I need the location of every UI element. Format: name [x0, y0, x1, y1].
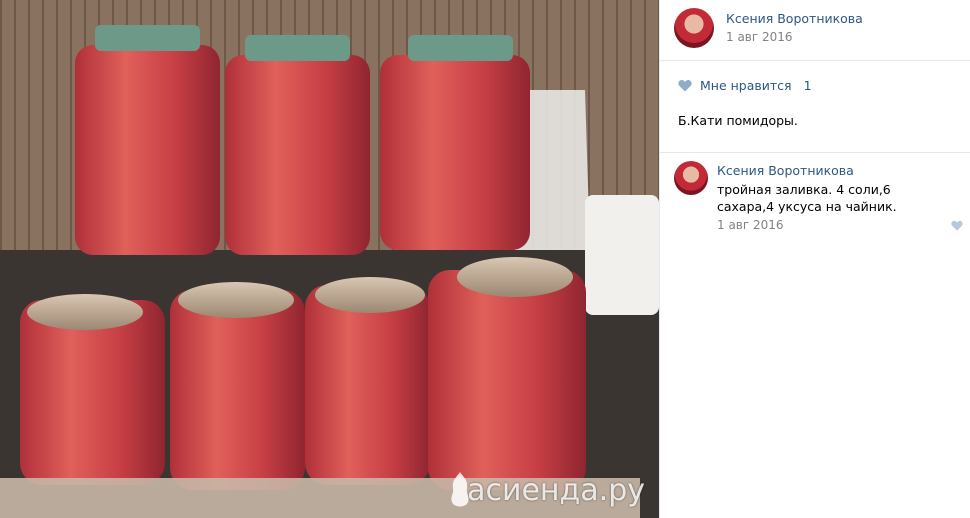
post-header: Ксения Воротникова 1 авг 2016 — [674, 8, 964, 52]
divider — [660, 152, 970, 153]
comment-like-icon[interactable] — [951, 220, 963, 231]
comment-author[interactable]: Ксения Воротникова — [717, 163, 854, 178]
comment-avatar[interactable] — [674, 161, 708, 195]
post-photo[interactable]: асиенда.ру — [0, 0, 659, 518]
post-caption: Б.Кати помидоры. — [678, 113, 798, 128]
photo-illustration — [0, 0, 659, 518]
like-label: Мне нравится — [700, 78, 792, 93]
divider — [660, 60, 970, 61]
like-button[interactable]: Мне нравится 1 — [678, 78, 812, 93]
avatar[interactable] — [674, 8, 714, 48]
heart-icon — [678, 80, 692, 92]
author-name[interactable]: Ксения Воротникова — [726, 11, 863, 26]
watermark: асиенда.ру — [467, 473, 645, 508]
comment-text: тройная заливка. 4 соли,6 сахара,4 уксус… — [717, 182, 897, 214]
violin-icon — [447, 470, 473, 510]
post-date[interactable]: 1 авг 2016 — [726, 30, 793, 44]
comment-date[interactable]: 1 авг 2016 — [717, 218, 784, 232]
like-count: 1 — [803, 78, 812, 93]
post-sidebar: Ксения Воротникова 1 авг 2016 Мне нравит… — [659, 0, 970, 518]
